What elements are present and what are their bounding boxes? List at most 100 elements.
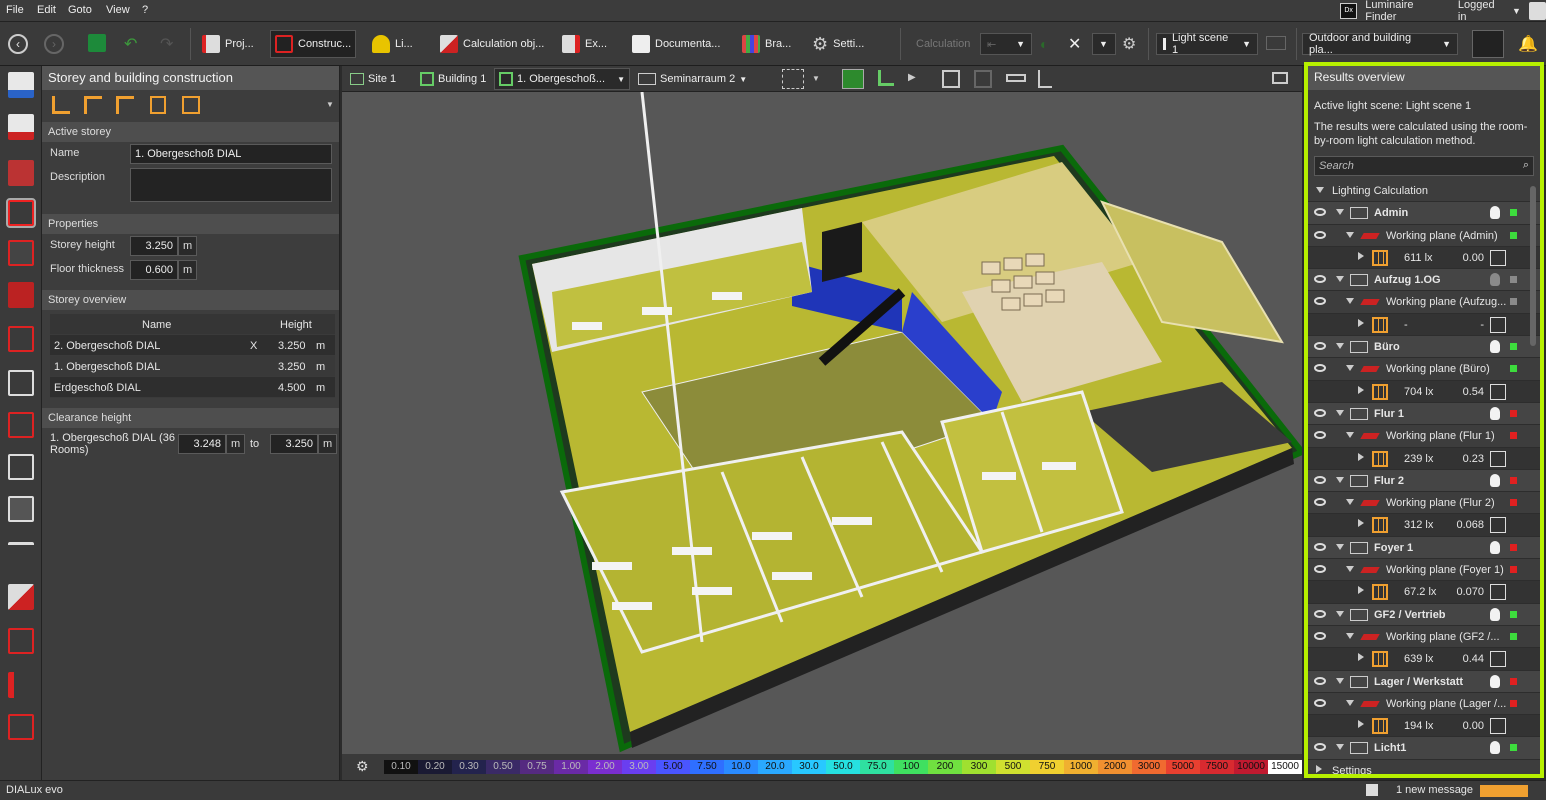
table-row[interactable]: Erdgeschoß DIAL 4.500 m [50, 377, 335, 398]
menu-file[interactable]: File [6, 4, 24, 16]
box-icon[interactable] [8, 496, 34, 522]
storey-copy-icon[interactable] [182, 96, 200, 114]
calculation-button[interactable]: Calculation [916, 38, 970, 50]
chart-icon[interactable] [1490, 249, 1506, 266]
eye-icon[interactable] [1314, 230, 1326, 239]
tab-settings[interactable]: ⚙ Setti... [808, 30, 868, 58]
storey-name-field[interactable]: 1. Obergeschoß DIAL [130, 144, 332, 164]
chart-icon[interactable] [1490, 584, 1506, 601]
room-icon[interactable] [8, 240, 34, 266]
eye-icon[interactable] [1314, 743, 1326, 752]
site-chip[interactable]: Site 1 [346, 68, 400, 90]
forward-icon[interactable]: › [44, 34, 64, 54]
save-icon[interactable] [88, 34, 106, 52]
axis-icon[interactable] [1038, 70, 1052, 88]
back-icon[interactable]: ‹ [8, 34, 28, 54]
measure-icon[interactable] [8, 756, 34, 782]
measure-icon[interactable] [1006, 74, 1026, 82]
room-chip[interactable]: Seminarraum 2 ▼ [634, 68, 751, 90]
result-values-row[interactable]: 639 lx 0.44 [1308, 648, 1540, 671]
chart-icon[interactable] [1490, 517, 1506, 534]
save-icon[interactable] [1366, 784, 1378, 796]
search-input[interactable]: Search [1319, 160, 1354, 172]
light-scene-dropdown[interactable]: Light scene 1 ▼ [1156, 32, 1258, 56]
outdoor-building-dropdown[interactable]: Outdoor and building pla... ▼ [1302, 32, 1458, 56]
chart-icon[interactable] [1490, 450, 1506, 467]
message-status[interactable]: 1 new message [1396, 784, 1473, 796]
storey-above-icon[interactable] [84, 96, 102, 114]
result-values-row[interactable]: 67.2 lx 0.070 [1308, 581, 1540, 604]
room-row[interactable]: Admin [1308, 202, 1540, 225]
eye-icon[interactable] [1314, 297, 1326, 306]
stairs-icon[interactable] [8, 542, 34, 568]
text-icon[interactable] [8, 628, 34, 654]
menu-view[interactable]: View [106, 4, 130, 16]
room-row[interactable]: GF2 / Vertrieb [1308, 603, 1540, 626]
select-tool-icon[interactable] [782, 69, 804, 89]
clearance-to-field[interactable]: 3.250 [270, 434, 318, 454]
menu-edit[interactable]: Edit [37, 4, 56, 16]
result-values-row[interactable]: 312 lx 0.068 [1308, 514, 1540, 537]
working-plane-row[interactable]: Working plane (Lager /... [1308, 692, 1540, 716]
room-row[interactable]: Lager / Werkstatt [1308, 670, 1540, 693]
calculation-mode-dropdown[interactable]: ⇤ ▼ [980, 33, 1032, 55]
menu-help[interactable]: ? [142, 4, 148, 16]
floor-thickness-field[interactable]: 0.600 [130, 260, 178, 280]
menu-goto[interactable]: Goto [68, 4, 92, 16]
result-values-row[interactable]: 611 lx 0.00 [1308, 246, 1540, 270]
eye-icon[interactable] [1314, 342, 1326, 351]
chart-icon[interactable] [1490, 383, 1506, 400]
tree-root[interactable]: Lighting Calculation [1308, 180, 1540, 203]
chart-icon[interactable] [1490, 316, 1506, 333]
working-plane-row[interactable]: Working plane (Flur 2) [1308, 492, 1540, 515]
site-icon[interactable] [8, 160, 34, 186]
calc-start-icon[interactable]: ◐ [1040, 36, 1048, 52]
3d-viewport[interactable]: Site 1 Building 1 1. Obergeschoß... ▼ Sem… [342, 66, 1302, 780]
working-plane-row[interactable]: Working plane (GF2 /... [1308, 625, 1540, 649]
result-values-row[interactable]: -- [1308, 313, 1540, 337]
storey-below-icon[interactable] [116, 96, 134, 114]
eye-icon[interactable] [1314, 364, 1326, 373]
close-icon[interactable]: ✕ [1068, 34, 1081, 54]
working-plane-row[interactable]: Working plane (Aufzug... [1308, 291, 1540, 314]
scrollbar[interactable] [1530, 186, 1536, 346]
ramp-icon[interactable] [8, 584, 34, 610]
tab-branding[interactable]: Bra... [738, 30, 795, 58]
tab-project[interactable]: Proj... [198, 30, 258, 58]
dwg-import-icon[interactable] [8, 72, 34, 98]
roof-icon[interactable] [8, 412, 34, 438]
opening-icon[interactable] [8, 326, 34, 352]
tab-construction[interactable]: Construc... [270, 30, 357, 58]
chevron-down-icon[interactable]: ▼ [326, 100, 334, 109]
undo-icon[interactable]: ↶ [124, 34, 137, 54]
tab-documentation[interactable]: Documenta... [628, 30, 724, 58]
result-values-row[interactable]: 194 lx 0.00 [1308, 715, 1540, 738]
chart-icon[interactable] [1490, 718, 1506, 735]
search-box[interactable]: Search ⌕ [1314, 156, 1534, 176]
zoom-extents-icon[interactable] [942, 70, 960, 88]
building-chip[interactable]: Building 1 [416, 68, 490, 90]
monitor-icon[interactable] [1272, 72, 1288, 84]
delete-storey-button[interactable]: X [250, 340, 257, 352]
eye-icon[interactable] [1314, 542, 1326, 551]
eye-icon[interactable] [1314, 275, 1326, 284]
redo-icon[interactable]: ↷ [160, 34, 173, 54]
room-row[interactable]: Aufzug 1.OG [1308, 269, 1540, 292]
table-row[interactable]: 1. Obergeschoß DIAL 3.250 m [50, 356, 335, 377]
clearance-from-field[interactable]: 3.248 [178, 434, 226, 454]
settings-row[interactable]: Settings [1308, 759, 1540, 774]
avatar[interactable] [1528, 2, 1546, 20]
working-plane-row[interactable]: Working plane (Flur 1) [1308, 425, 1540, 448]
plan-view-icon[interactable] [878, 70, 894, 86]
tab-light[interactable]: Li... [368, 30, 417, 58]
gear-icon[interactable]: ⚙ [1122, 34, 1136, 54]
storey-height-field[interactable]: 3.250 [130, 236, 178, 256]
floorplan-3d-render[interactable] [342, 92, 1302, 754]
working-plane-row[interactable]: Working plane (Büro) [1308, 358, 1540, 381]
eye-icon[interactable] [1314, 208, 1326, 217]
room-row[interactable]: Büro [1308, 336, 1540, 359]
room-row[interactable]: Flur 1 [1308, 402, 1540, 426]
room-row[interactable]: Foyer 1 [1308, 536, 1540, 560]
chevron-down-icon[interactable]: ▼ [812, 74, 820, 83]
notification-bell-icon[interactable]: 🔔 [1518, 34, 1538, 54]
